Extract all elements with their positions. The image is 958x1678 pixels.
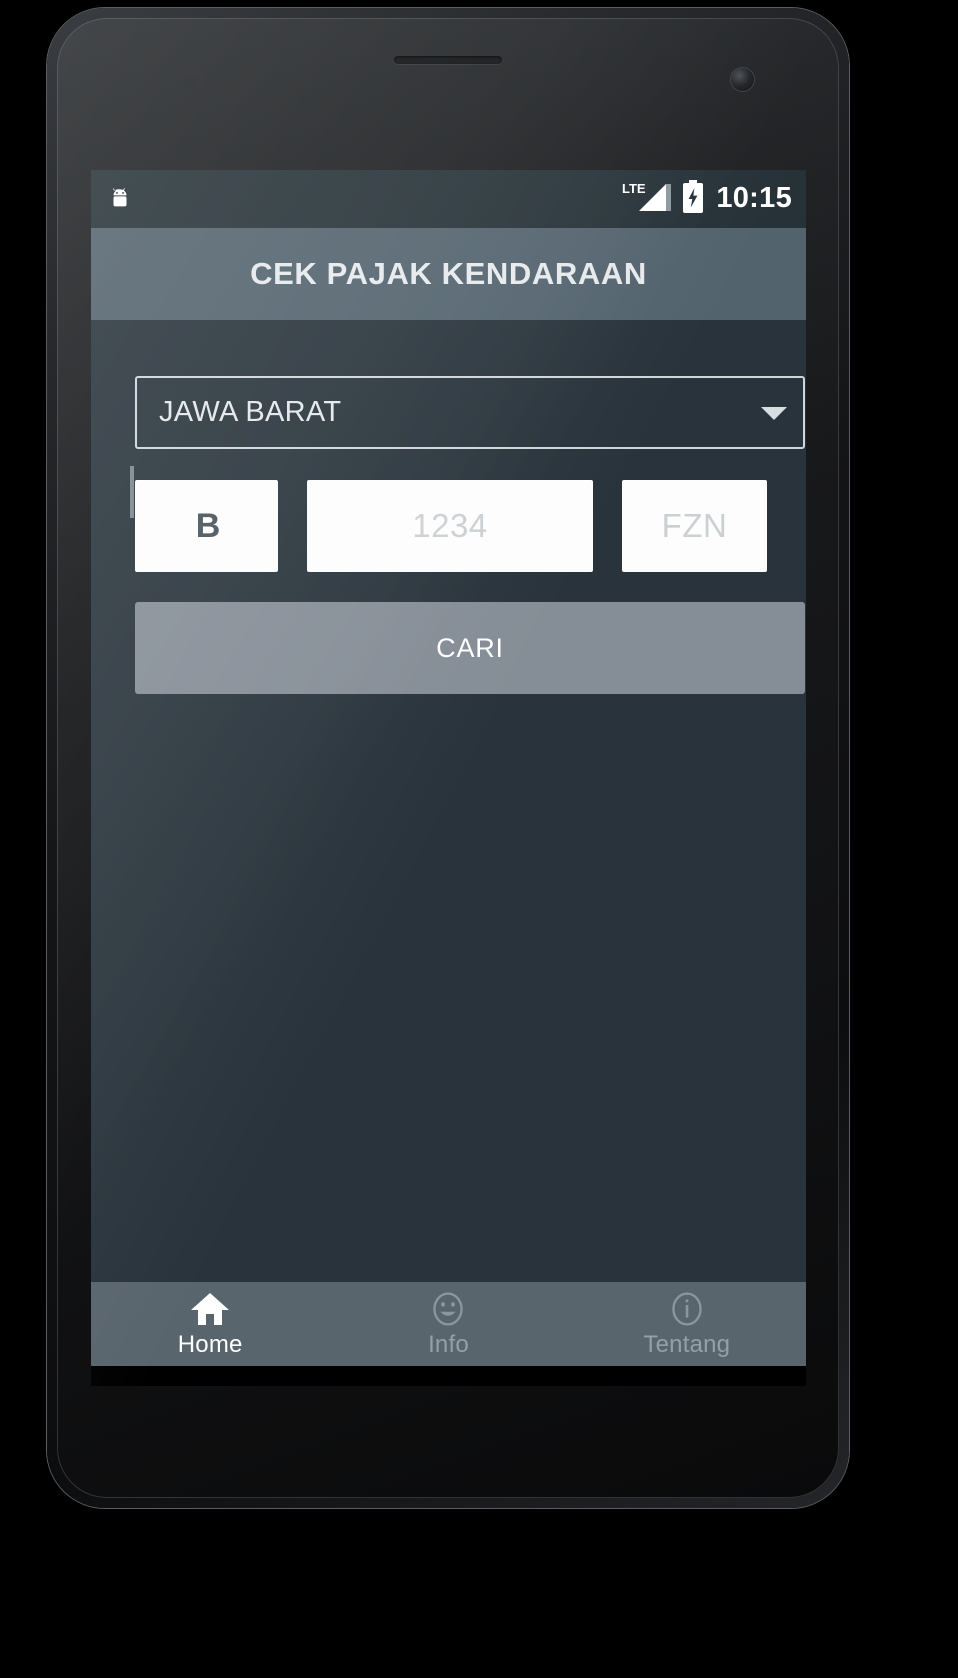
province-spinner-value: JAWA BARAT (159, 396, 342, 428)
search-button[interactable]: CARI (135, 602, 805, 694)
chevron-down-icon (761, 405, 787, 421)
phone-screen: LTE 10:15 CEK PAJAK KENDARAAN JAWA BARAT… (91, 170, 806, 1386)
home-icon (189, 1290, 231, 1328)
plate-number-input[interactable]: 1234 (307, 480, 593, 572)
info-circle-icon (666, 1290, 708, 1328)
front-camera (731, 68, 754, 91)
plate-suffix-placeholder: FZN (661, 507, 728, 544)
lte-label: LTE (622, 181, 646, 196)
app-bar: CEK PAJAK KENDARAAN (91, 228, 806, 320)
text-cursor-icon (130, 466, 134, 518)
tab-info[interactable]: Info (329, 1290, 567, 1359)
page-title: CEK PAJAK KENDARAAN (250, 256, 647, 291)
tab-home[interactable]: Home (91, 1290, 329, 1359)
status-bar: LTE 10:15 (91, 170, 806, 228)
android-navigation-bar (91, 1366, 806, 1386)
plate-prefix-value: B (195, 506, 221, 545)
phone-device-shell: LTE 10:15 CEK PAJAK KENDARAAN JAWA BARAT… (47, 8, 849, 1508)
smiley-face-icon (427, 1290, 469, 1328)
plate-suffix-input[interactable]: FZN (622, 480, 767, 572)
android-logo-icon (107, 186, 133, 212)
main-content: JAWA BARAT B 1234 FZN CARI (91, 320, 806, 1282)
signal-bars-icon: LTE (620, 181, 672, 214)
tab-tentang-label: Tentang (643, 1330, 731, 1358)
status-bar-clock: 10:15 (716, 181, 792, 214)
earpiece-speaker (394, 56, 502, 64)
province-spinner[interactable]: JAWA BARAT (135, 376, 805, 449)
battery-charging-icon (682, 179, 704, 219)
proximity-sensor-icon (185, 76, 196, 87)
plate-prefix-input[interactable]: B (130, 466, 278, 572)
plate-number-placeholder: 1234 (412, 507, 488, 544)
tab-tentang[interactable]: Tentang (568, 1290, 806, 1359)
tab-info-label: Info (428, 1330, 469, 1358)
light-sensor-icon (205, 76, 216, 87)
bottom-tab-bar: Home Info Tentang (91, 1282, 806, 1366)
tab-home-label: Home (177, 1330, 243, 1358)
plate-input-row: B 1234 FZN (130, 466, 805, 572)
